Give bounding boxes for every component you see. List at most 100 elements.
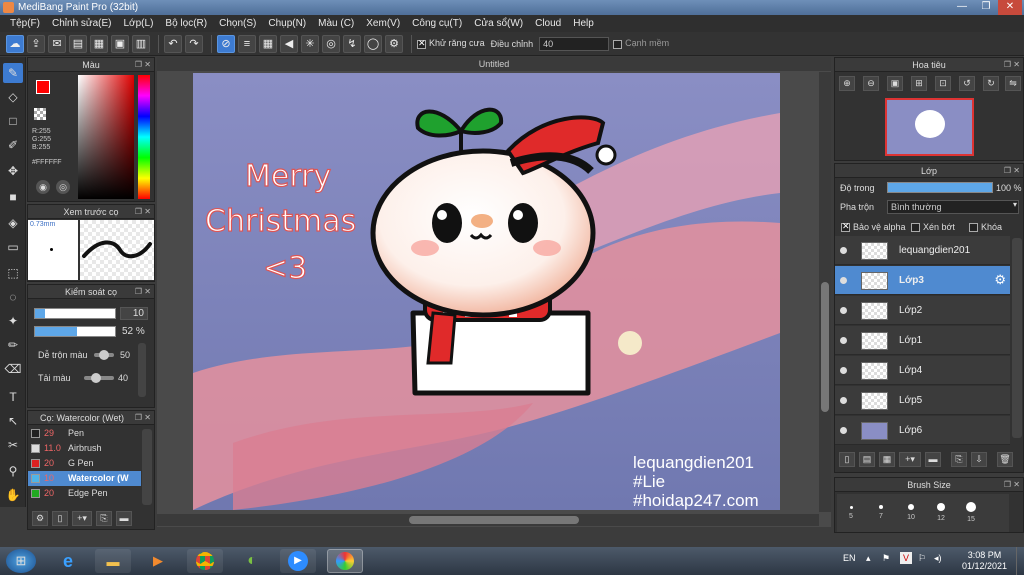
sharp-edge-checkbox[interactable]: Cạnh mềm	[613, 38, 669, 49]
canvas-horizontal-scrollbar[interactable]	[157, 514, 819, 526]
brush-control-scrollbar[interactable]	[138, 343, 146, 397]
select-rect-icon[interactable]: ⬚	[3, 263, 23, 283]
internet-explorer-icon[interactable]: e	[50, 549, 86, 573]
eye-icon[interactable]	[840, 367, 847, 374]
eye-icon[interactable]	[840, 247, 847, 254]
brush-item-g-pen[interactable]: 20 G Pen	[28, 456, 141, 471]
hue-slider[interactable]	[138, 75, 150, 199]
menu-view[interactable]: Xem(V)	[360, 15, 406, 32]
vpn-tray-icon[interactable]: V	[900, 552, 912, 564]
panel-popout-icon[interactable]: ❐ ✕	[135, 205, 151, 219]
brush-item-pen[interactable]: 29 Pen	[28, 426, 141, 441]
panel-popout-icon[interactable]: ❐ ✕	[1004, 478, 1020, 492]
panel-popout-icon[interactable]: ❐ ✕	[135, 411, 151, 425]
pen-curve-icon[interactable]: ✐	[3, 135, 23, 155]
snap-settings-icon[interactable]: ⚙	[385, 34, 403, 53]
menu-window[interactable]: Cửa sổ(W)	[468, 15, 529, 32]
lock-checkbox[interactable]: Khóa	[969, 222, 1002, 233]
eye-icon[interactable]	[840, 307, 847, 314]
folder-icon[interactable]: ▬	[925, 452, 941, 467]
close-button[interactable]: ✕	[998, 0, 1022, 15]
circle-snap-icon[interactable]: ◯	[364, 34, 382, 53]
menu-snap[interactable]: Chụp(N)	[262, 15, 312, 32]
layout-icon[interactable]: ▥	[132, 34, 150, 53]
media-player-icon[interactable]: ▶	[140, 549, 176, 573]
brush-copy-icon[interactable]: ⎘	[96, 511, 112, 526]
brush-size-option[interactable]: 12	[927, 494, 955, 530]
new-halftone-layer-icon[interactable]: ▤	[859, 452, 875, 467]
flip-icon[interactable]: ⇋	[1005, 76, 1021, 91]
layer-row[interactable]: Lớp1	[835, 326, 1010, 355]
text-tool-icon[interactable]: T	[3, 387, 23, 407]
brush-item-watercolor[interactable]: 10 Watercolor (W	[28, 471, 141, 486]
parallel-snap-icon[interactable]: ≡	[238, 34, 256, 53]
menu-file[interactable]: Tệp(F)	[4, 15, 46, 32]
transparent-swatch[interactable]	[34, 108, 46, 120]
artwork-canvas[interactable]: Merry Christmas <3 lequangdien201 #Lie #…	[193, 73, 780, 510]
brush-tool-icon[interactable]: ✎	[3, 63, 23, 83]
brush-size-option[interactable]: 5	[837, 494, 865, 530]
panel-popout-icon[interactable]: ❐ ✕	[1004, 164, 1020, 178]
move-tool-icon[interactable]: ✥	[3, 161, 23, 181]
eye-icon[interactable]	[840, 397, 847, 404]
zoom-out-icon[interactable]: ⊖	[863, 76, 879, 91]
chrome-icon[interactable]	[187, 549, 223, 573]
vertical-scroll-thumb[interactable]	[821, 282, 829, 412]
brush-settings-icon[interactable]: ⚙	[32, 511, 48, 526]
volume-icon[interactable]: ◂)	[934, 553, 942, 564]
language-indicator[interactable]: EN	[843, 553, 856, 563]
menu-edit[interactable]: Chỉnh sửa(E)	[46, 15, 118, 32]
document-tab[interactable]: Untitled	[157, 57, 831, 71]
lasso-icon[interactable]: ◌	[3, 287, 23, 307]
rect-fill-icon[interactable]: ■	[3, 187, 23, 207]
brush-size-option[interactable]: 15	[957, 494, 985, 530]
flag-icon[interactable]: ⚐	[918, 553, 926, 564]
saturation-value-picker[interactable]	[78, 75, 134, 199]
menu-select[interactable]: Chọn(S)	[213, 15, 262, 32]
canvas-vertical-scrollbar[interactable]	[819, 72, 831, 512]
blend-slider-knob[interactable]	[99, 350, 109, 360]
foreground-swatch[interactable]	[36, 80, 50, 94]
layer-row[interactable]: Lớp2	[835, 296, 1010, 325]
chevron-down-icon[interactable]: ▾	[1013, 200, 1017, 209]
menu-tools[interactable]: Công cụ(T)	[406, 15, 468, 32]
brush-list-scrollbar[interactable]	[142, 429, 152, 505]
load-slider[interactable]	[84, 373, 114, 383]
zoom-in-icon[interactable]: ⊕	[839, 76, 855, 91]
add-layer-menu-icon[interactable]: +▾	[899, 452, 921, 467]
comment-icon[interactable]: ✉	[48, 34, 66, 53]
medibang-taskbar-icon[interactable]	[327, 549, 363, 573]
menu-cloud[interactable]: Cloud	[529, 15, 567, 32]
add-brush-icon[interactable]: +▾	[72, 511, 92, 526]
network-icon[interactable]: ⚑	[882, 553, 890, 564]
redo-icon[interactable]: ↷	[185, 34, 203, 53]
rotate-left-icon[interactable]: ↺	[959, 76, 975, 91]
frame-icon[interactable]: ▣	[111, 34, 129, 53]
brush-size-option[interactable]: 7	[867, 494, 895, 530]
layer-row[interactable]: lequangdien201	[835, 236, 1010, 265]
panel-popout-icon[interactable]: ❐ ✕	[135, 58, 151, 72]
rotate-right-icon[interactable]: ↻	[983, 76, 999, 91]
cross-snap-icon[interactable]: ▦	[259, 34, 277, 53]
select-eraser-icon[interactable]: ⌫	[3, 359, 23, 379]
color-history-icon[interactable]: ◎	[56, 180, 70, 194]
menu-help[interactable]: Help	[567, 15, 600, 32]
start-button[interactable]: ⊞	[6, 549, 36, 573]
duplicate-layer-icon[interactable]: ⎘	[951, 452, 967, 467]
new-layer-icon[interactable]: ▯	[839, 452, 855, 467]
panel-popout-icon[interactable]: ❐ ✕	[135, 285, 151, 299]
blend-mode-select[interactable]: Bình thường	[887, 200, 1019, 214]
curve-snap-icon[interactable]: ↯	[343, 34, 361, 53]
protect-alpha-checkbox[interactable]: Bảo vệ alpha	[841, 221, 906, 233]
layer-opacity-slider[interactable]	[887, 182, 993, 193]
eraser-tool-icon[interactable]: ◇	[3, 87, 23, 107]
clipping-checkbox[interactable]: Xén bớt	[911, 222, 955, 233]
menu-layer[interactable]: Lớp(L)	[118, 15, 160, 32]
clock[interactable]: 3:08 PM 01/12/2021	[962, 550, 1007, 572]
radial-snap-icon[interactable]: ✳	[301, 34, 319, 53]
load-slider-knob[interactable]	[91, 373, 101, 383]
merge-down-icon[interactable]: ⇩	[971, 452, 987, 467]
snap-off-icon[interactable]: ⊘	[217, 34, 235, 53]
layer-row[interactable]: Lớp5	[835, 386, 1010, 415]
delete-layer-icon[interactable]: 🗑	[997, 452, 1013, 467]
